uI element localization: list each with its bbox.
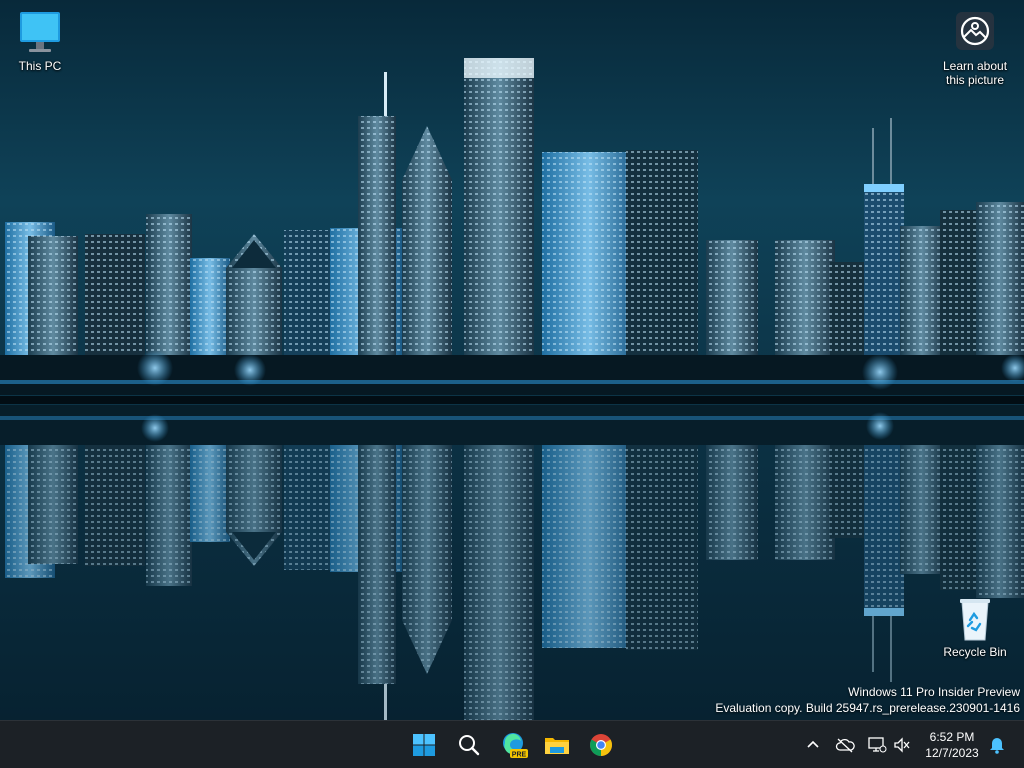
taskbar-clock[interactable]: 6:52 PM 12/7/2023 — [918, 729, 986, 761]
desktop-icon-recycle-bin[interactable]: Recycle Bin — [935, 596, 1015, 659]
file-explorer-icon — [545, 738, 569, 754]
windows-start-icon — [413, 734, 435, 756]
desktop-icon-label: This PC — [18, 59, 62, 73]
show-hidden-icons-button[interactable] — [801, 733, 825, 757]
notifications-button[interactable] — [985, 733, 1009, 757]
desktop-icon-this-pc[interactable]: This PC — [0, 10, 80, 73]
edge-beta-button[interactable]: PRE — [496, 727, 532, 763]
camera-lens-icon — [956, 12, 994, 50]
edge-beta-badge: PRE — [512, 752, 527, 759]
file-explorer-button[interactable] — [539, 727, 575, 763]
desktop-icon-label: Recycle Bin — [943, 645, 1007, 659]
chevron-up-icon — [807, 740, 819, 748]
desktop-icon-learn-about-picture[interactable]: Learn about this picture — [935, 10, 1015, 87]
network-icon — [868, 737, 887, 753]
volume-button[interactable] — [890, 733, 914, 757]
edge-beta-icon: PRE — [503, 733, 528, 759]
watermark-edition: Windows 11 Pro Insider Preview — [848, 685, 1020, 699]
onedrive-button[interactable] — [833, 733, 857, 757]
start-button[interactable] — [406, 727, 442, 763]
onedrive-icon — [835, 738, 855, 753]
desktop-icon-label: Learn about this picture — [942, 59, 1008, 87]
search-icon — [459, 735, 480, 756]
chrome-button[interactable] — [583, 727, 619, 763]
clock-time: 6:52 PM — [929, 730, 975, 744]
taskbar: PRE 6:52 PM 12/7/2023 — [0, 720, 1024, 768]
volume-muted-icon — [894, 737, 910, 753]
monitor-icon — [20, 12, 60, 52]
search-button[interactable] — [451, 727, 487, 763]
recycle-bin-icon — [960, 599, 990, 641]
watermark-build: Evaluation copy. Build 25947.rs_prerelea… — [715, 701, 1020, 715]
chrome-icon — [590, 734, 612, 756]
windows-evaluation-watermark: Windows 11 Pro Insider Preview Evaluatio… — [715, 684, 1020, 716]
desktop-wallpaper — [0, 0, 1024, 720]
clock-date: 12/7/2023 — [925, 746, 979, 760]
notification-bell-icon — [990, 738, 1004, 754]
network-button[interactable] — [865, 733, 889, 757]
